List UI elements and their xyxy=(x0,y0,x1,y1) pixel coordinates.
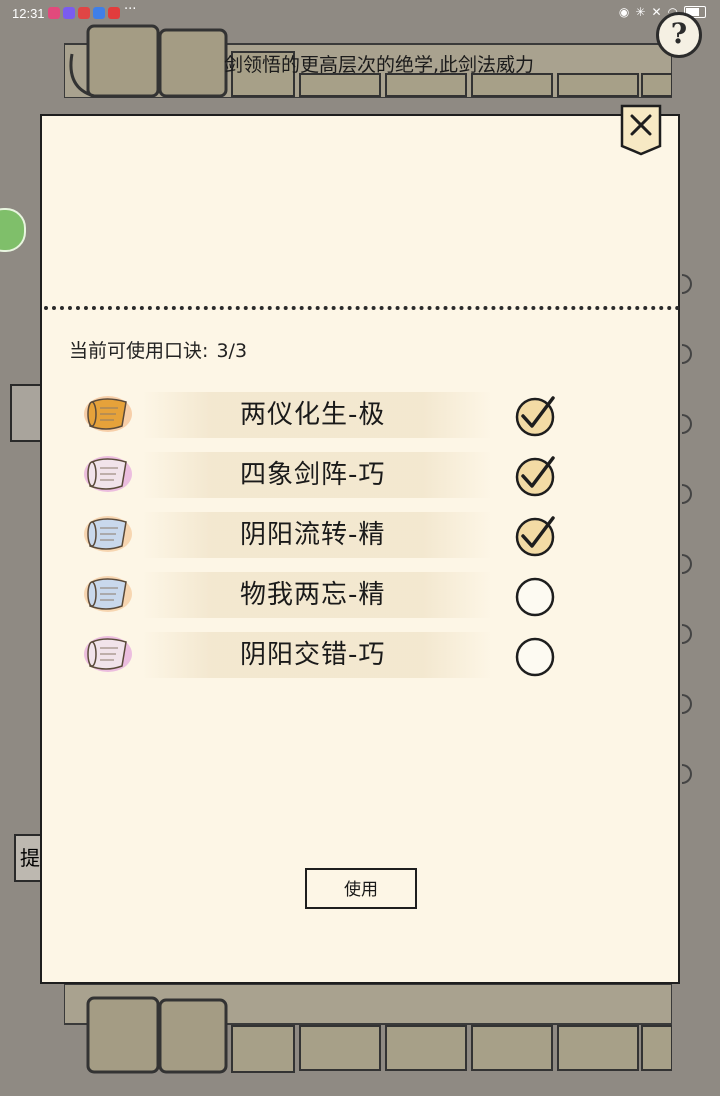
unchecked-checkbox[interactable] xyxy=(514,634,558,678)
mantra-row[interactable]: 两仪化生-极 xyxy=(42,386,682,442)
scroll-edge-knob xyxy=(682,344,692,364)
side-panel-tab xyxy=(10,384,40,442)
status-time: 12:31 xyxy=(12,6,45,21)
close-button[interactable] xyxy=(620,104,662,156)
eye-icon: ◉ xyxy=(618,5,630,19)
side-badge[interactable] xyxy=(0,208,26,252)
mantra-row[interactable]: 阴阳交错-巧 xyxy=(42,626,682,682)
scroll-edge-knob xyxy=(682,484,692,504)
mantra-select-dialog: 当前可使用口诀: 3/3 两仪化生-极 四象剑阵-巧 阴阳流转-精 物我两忘-精 阴阳交… xyxy=(40,114,680,984)
checked-checkbox[interactable] xyxy=(514,394,558,438)
checked-checkbox[interactable] xyxy=(514,454,558,498)
available-count: 当前可使用口诀: 3/3 xyxy=(69,336,249,363)
mantra-label: 阴阳流转-精 xyxy=(240,520,386,550)
dotted-divider xyxy=(44,306,680,310)
mantra-row[interactable]: 阴阳流转-精 xyxy=(42,506,682,562)
mantra-row[interactable]: 四象剑阵-巧 xyxy=(42,446,682,502)
mute-icon: ✕ xyxy=(651,5,662,19)
mantra-label: 两仪化生-极 xyxy=(240,400,386,430)
help-button[interactable]: ? xyxy=(656,12,702,58)
more-notifications-icon: ··· xyxy=(124,2,137,17)
tip-label: 提 xyxy=(20,846,40,870)
scroll-icon xyxy=(84,456,132,492)
checked-checkbox[interactable] xyxy=(514,514,558,558)
mantra-row[interactable]: 物我两忘-精 xyxy=(42,566,682,622)
scroll-edge-knob xyxy=(682,624,692,644)
unchecked-checkbox[interactable] xyxy=(514,574,558,618)
scroll-icon xyxy=(84,576,132,612)
app-notification-icon xyxy=(48,7,60,19)
scroll-edge-knob xyxy=(682,414,692,434)
use-button[interactable]: 使用 xyxy=(305,868,417,909)
scroll-edge-knob xyxy=(682,554,692,574)
nfc-icon: ✳ xyxy=(635,5,646,19)
scroll-roll-bottom xyxy=(64,984,672,1074)
tip-button[interactable]: 提 xyxy=(14,834,40,882)
available-count-label: 当前可使用口诀: xyxy=(69,340,209,362)
skill-description-text: 剑领悟的更高层次的绝学,此剑法威力 xyxy=(224,54,535,76)
close-icon xyxy=(620,104,662,156)
scroll-edge-knob xyxy=(682,764,692,784)
mantra-label: 四象剑阵-巧 xyxy=(240,460,386,490)
scroll-icon xyxy=(84,396,132,432)
scroll-edge-knob xyxy=(682,694,692,714)
mantra-label: 物我两忘-精 xyxy=(240,580,386,610)
available-count-value: 3/3 xyxy=(216,340,248,362)
scroll-icon xyxy=(84,636,132,672)
scroll-icon xyxy=(84,516,132,552)
mantra-label: 阴阳交错-巧 xyxy=(240,640,386,670)
scroll-edge-knob xyxy=(682,274,692,294)
